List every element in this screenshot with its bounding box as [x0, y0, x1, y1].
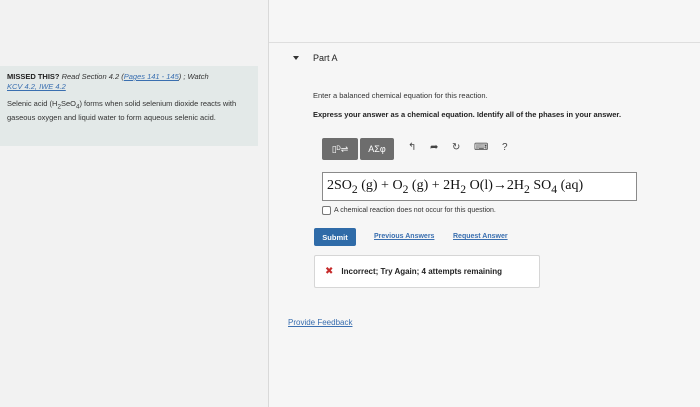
symbols-button[interactable]: ΑΣφ [360, 138, 394, 160]
previous-answers-link[interactable]: Previous Answers [374, 233, 434, 240]
provide-feedback-link[interactable]: Provide Feedback [288, 318, 352, 327]
keyboard-icon[interactable]: ⌨ [474, 142, 488, 153]
hint-box: MISSED THIS? Read Section 4.2 (Pages 141… [0, 66, 258, 146]
description-pre: Selenic acid ( [7, 99, 53, 108]
selenic-acid-formula: H2SeO4 [52, 99, 80, 111]
question-prompt: Enter a balanced chemical equation for t… [313, 91, 488, 100]
template-button[interactable]: ▯ᴰ⇌ [322, 138, 358, 160]
main-panel: Part A Enter a balanced chemical equatio… [269, 0, 700, 407]
reset-icon[interactable]: ↻ [452, 142, 460, 153]
equation-toolbar: ▯ᴰ⇌ ΑΣφ ↰ ➦ ↻ ⌨ ? [322, 138, 522, 160]
video-link[interactable]: KCV 4.2, IWE 4.2 [7, 82, 66, 91]
left-panel: MISSED THIS? Read Section 4.2 (Pages 141… [0, 0, 268, 407]
hint-description: Selenic acid (H2SeO4) forms when solid s… [7, 99, 251, 123]
part-header[interactable]: Part A [269, 42, 700, 74]
feedback-message: Incorrect; Try Again; 4 attempts remaini… [341, 267, 503, 276]
undo-icon[interactable]: ↰ [408, 142, 416, 153]
no-reaction-label: A chemical reaction does not occur for t… [334, 207, 496, 214]
equation-input[interactable]: 2SO2 (g) + O2 (g) + 2H2 O(l)→2H2 SO4 (aq… [322, 172, 637, 201]
submit-button[interactable]: Submit [314, 228, 356, 246]
incorrect-icon: ✖ [325, 266, 334, 277]
answer-instruction: Express your answer as a chemical equati… [313, 110, 622, 119]
part-title: Part A [313, 53, 338, 63]
chevron-down-icon[interactable] [293, 56, 299, 60]
read-prefix: Read Section 4.2 ( [59, 72, 124, 81]
missed-label: MISSED THIS? [7, 72, 60, 81]
help-button[interactable]: ? [502, 142, 508, 153]
no-reaction-option[interactable]: A chemical reaction does not occur for t… [322, 206, 496, 215]
redo-icon[interactable]: ➦ [430, 142, 438, 153]
no-reaction-checkbox[interactable] [322, 206, 331, 215]
hint-line: MISSED THIS? Read Section 4.2 (Pages 141… [7, 72, 251, 92]
feedback-box: ✖ Incorrect; Try Again; 4 attempts remai… [314, 255, 540, 288]
request-answer-link[interactable]: Request Answer [453, 233, 508, 240]
pages-link[interactable]: Pages 141 - 145 [124, 72, 179, 81]
read-suffix: ) ; Watch [178, 72, 209, 81]
